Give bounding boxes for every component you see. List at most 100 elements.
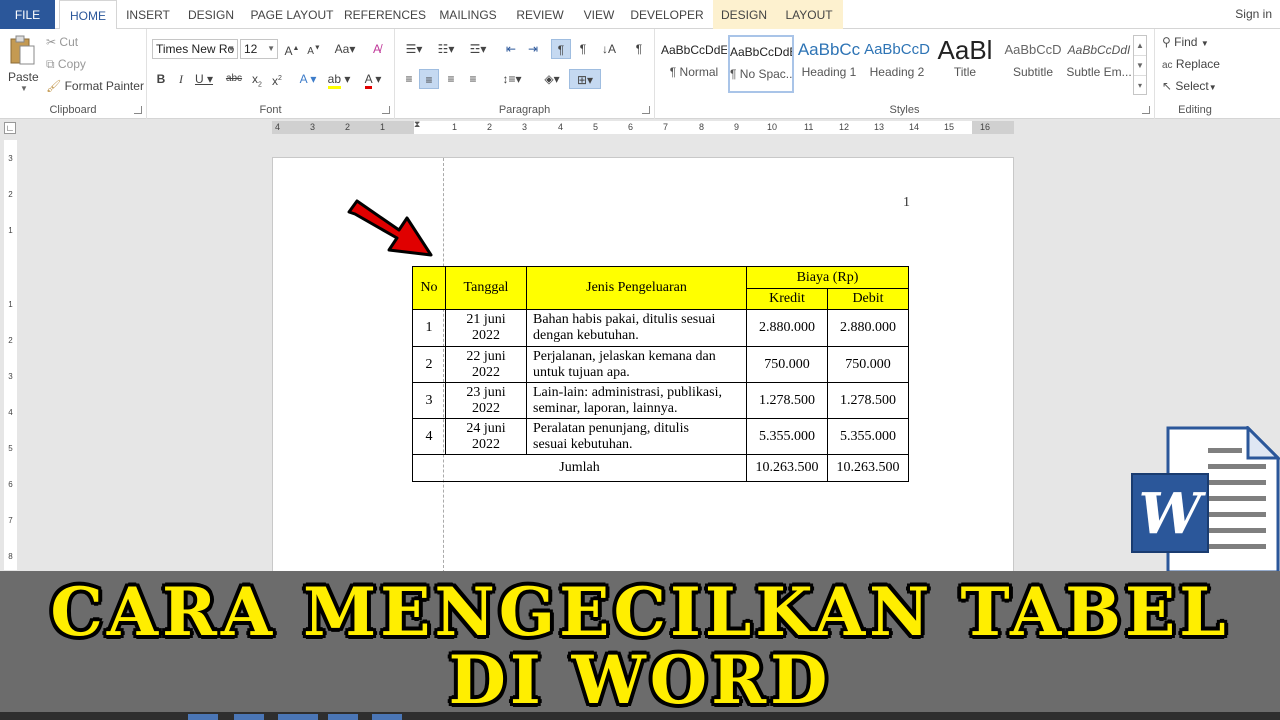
tab-references[interactable]: REFERENCES [344,0,426,29]
cell-kredit[interactable]: 5.355.000 [746,418,828,455]
sort-button[interactable]: ↓A [599,39,619,59]
scroll-up-icon[interactable]: ▲ [1134,36,1146,56]
header-no[interactable]: No [412,266,446,310]
cell-kredit[interactable]: 1.278.500 [746,382,828,419]
cell-tanggal[interactable]: 21 juni 2022 [445,309,527,347]
paragraph-launcher-icon[interactable] [642,106,650,114]
tab-page-layout[interactable]: PAGE LAYOUT [248,0,336,29]
taskbar-item[interactable] [372,714,402,720]
subscript-button[interactable]: x2 [247,69,267,89]
rtl-button[interactable]: ¶ [573,39,593,59]
strikethrough-button[interactable]: abc [223,69,245,89]
cut-button[interactable]: ✂ Cut [46,35,78,49]
font-size-combo[interactable]: 12 ▼ [240,39,278,59]
tab-home[interactable]: HOME [59,0,117,30]
cell-jenis[interactable]: Lain-lain: administrasi, publikasi, semin… [526,382,747,419]
select-button[interactable]: ↖ Select▼ [1162,79,1217,93]
cell-debit[interactable]: 1.278.500 [827,382,909,419]
cell-total-kredit[interactable]: 10.263.500 [746,454,828,482]
align-right-button[interactable]: ≡ [441,69,461,89]
taskbar-item[interactable] [234,714,264,720]
bold-button[interactable]: B [151,69,171,89]
tab-selector-icon[interactable]: ∟ [4,122,16,134]
styles-launcher-icon[interactable] [1142,106,1150,114]
cell-debit[interactable]: 5.355.000 [827,418,909,455]
italic-button[interactable]: I [171,69,191,89]
cell-jenis[interactable]: Bahan habis pakai, ditulis sesuai dengan … [526,309,747,347]
text-effects-button[interactable]: A ▾ [295,69,321,89]
cell-debit[interactable]: 750.000 [827,346,909,383]
superscript-button[interactable]: x2 [267,69,287,89]
font-launcher-icon[interactable] [382,106,390,114]
style-heading-1[interactable]: AaBbCc Heading 1 [796,35,862,93]
tab-table-layout[interactable]: LAYOUT [775,0,843,29]
more-styles-icon[interactable]: ▾ [1134,76,1146,96]
cell-tanggal[interactable]: 23 juni 2022 [445,382,527,419]
taskbar-item[interactable] [278,714,318,720]
cell-no[interactable]: 1 [412,309,446,347]
multilevel-list-button[interactable]: ☲▾ [463,39,493,59]
bullets-button[interactable]: ☰▾ [399,39,429,59]
change-case-button[interactable]: Aa▾ [331,39,359,59]
header-biaya[interactable]: Biaya (Rp) [746,266,909,289]
tab-insert[interactable]: INSERT [121,0,175,29]
horizontal-ruler[interactable]: 4 3 2 1 1 2 3 4 5 6 7 8 9 10 11 12 13 14… [272,119,1014,134]
highlight-color-button[interactable]: ab ▾ [325,69,353,89]
tab-developer[interactable]: DEVELOPER [629,0,705,29]
cell-no[interactable]: 2 [412,346,446,383]
copy-button[interactable]: ⧉ Copy [46,57,86,72]
line-spacing-button[interactable]: ↕≡▾ [497,69,527,89]
tab-mailings[interactable]: MAILINGS [434,0,502,29]
style-no-spacing[interactable]: AaBbCcDdE ¶ No Spac... [728,35,794,93]
cell-no[interactable]: 4 [412,418,446,455]
clipboard-launcher-icon[interactable] [134,106,142,114]
scroll-down-icon[interactable]: ▼ [1134,56,1146,76]
indent-marker-icon[interactable]: ⧗ [414,119,420,130]
cell-kredit[interactable]: 2.880.000 [746,309,828,347]
cell-no[interactable]: 3 [412,382,446,419]
styles-scroll[interactable]: ▲ ▼ ▾ [1133,35,1147,95]
taskbar-item[interactable] [328,714,358,720]
clear-formatting-button[interactable]: A̸ [367,39,387,59]
taskbar-item[interactable] [188,714,218,720]
cell-kredit[interactable]: 750.000 [746,346,828,383]
grow-font-button[interactable]: A▲ [282,39,302,59]
tab-view[interactable]: VIEW [578,0,620,29]
shrink-font-button[interactable]: A▼ [304,39,324,59]
align-left-button[interactable]: ≡ [399,69,419,89]
font-color-button[interactable]: A ▾ [359,69,387,89]
borders-button[interactable]: ⊞▾ [569,69,601,89]
cell-total-debit[interactable]: 10.263.500 [827,454,909,482]
style-normal[interactable]: AaBbCcDdE ¶ Normal [661,35,727,93]
style-title[interactable]: AaBl Title [932,35,998,93]
ltr-button[interactable]: ¶ [551,39,571,59]
underline-button[interactable]: U ▾ [191,69,217,89]
style-subtle-emphasis[interactable]: AaBbCcDdI Subtle Em... [1066,35,1132,93]
style-heading-2[interactable]: AaBbCcD Heading 2 [864,35,930,93]
cell-tanggal[interactable]: 24 juni 2022 [445,418,527,455]
justify-button[interactable]: ≡ [463,69,483,89]
cell-debit[interactable]: 2.880.000 [827,309,909,347]
header-kredit[interactable]: Kredit [746,288,828,310]
style-subtitle[interactable]: AaBbCcD Subtitle [1000,35,1066,93]
cell-jumlah-label[interactable]: Jumlah [412,454,747,482]
paste-button[interactable]: Paste ▼ [8,35,40,95]
shading-button[interactable]: ◈▾ [537,69,567,89]
cell-tanggal[interactable]: 22 juni 2022 [445,346,527,383]
numbering-button[interactable]: ☷▾ [431,39,461,59]
sign-in-link[interactable]: Sign in [1235,7,1272,21]
cell-jenis[interactable]: Perjalanan, jelaskan kemana dan untuk tuj… [526,346,747,383]
cell-jenis[interactable]: Peralatan penunjang, ditulis sesuai kebut… [526,418,747,455]
tab-table-design[interactable]: DESIGN [713,0,775,29]
increase-indent-button[interactable]: ⇥ [523,39,543,59]
header-tanggal[interactable]: Tanggal [445,266,527,310]
font-name-combo[interactable]: Times New Ro ▼ [152,39,238,59]
find-button[interactable]: ⚲ Find ▼ [1162,35,1209,49]
tab-design[interactable]: DESIGN [182,0,240,29]
replace-button[interactable]: ac Replace [1162,57,1220,71]
decrease-indent-button[interactable]: ⇤ [501,39,521,59]
header-jenis[interactable]: Jenis Pengeluaran [526,266,747,310]
format-painter-button[interactable]: 🖌 Format Painter [46,79,144,93]
tab-review[interactable]: REVIEW [511,0,569,29]
tab-file[interactable]: FILE [0,0,55,29]
